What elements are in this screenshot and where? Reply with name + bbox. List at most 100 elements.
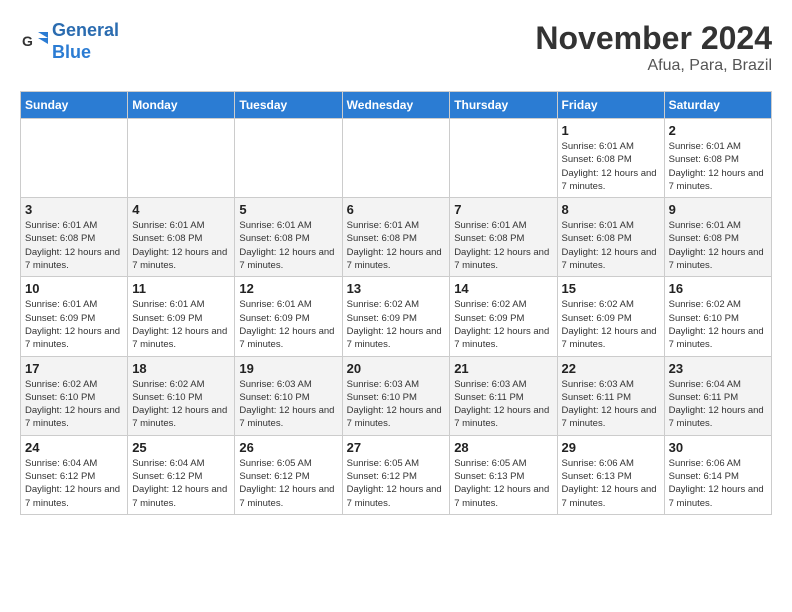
day-number: 6 (347, 202, 446, 217)
calendar-cell: 27 Sunrise: 6:05 AM Sunset: 6:12 PM Dayli… (342, 435, 450, 514)
calendar-cell: 12 Sunrise: 6:01 AM Sunset: 6:09 PM Dayli… (235, 277, 342, 356)
day-info: Sunrise: 6:01 AM Sunset: 6:08 PM Dayligh… (25, 219, 123, 272)
calendar-cell: 26 Sunrise: 6:05 AM Sunset: 6:12 PM Dayli… (235, 435, 342, 514)
title-block: November 2024 Afua, Para, Brazil (535, 20, 772, 75)
day-info: Sunrise: 6:02 AM Sunset: 6:10 PM Dayligh… (669, 298, 767, 351)
calendar-cell (235, 119, 342, 198)
calendar-header-monday: Monday (128, 92, 235, 119)
day-number: 23 (669, 361, 767, 376)
day-number: 10 (25, 281, 123, 296)
day-info: Sunrise: 6:01 AM Sunset: 6:09 PM Dayligh… (239, 298, 337, 351)
day-number: 25 (132, 440, 230, 455)
calendar-cell (21, 119, 128, 198)
day-number: 18 (132, 361, 230, 376)
calendar-body: 1 Sunrise: 6:01 AM Sunset: 6:08 PM Daylig… (21, 119, 772, 515)
calendar-cell: 5 Sunrise: 6:01 AM Sunset: 6:08 PM Daylig… (235, 198, 342, 277)
day-info: Sunrise: 6:01 AM Sunset: 6:09 PM Dayligh… (25, 298, 123, 351)
calendar-cell: 23 Sunrise: 6:04 AM Sunset: 6:11 PM Dayli… (664, 356, 771, 435)
calendar-cell: 4 Sunrise: 6:01 AM Sunset: 6:08 PM Daylig… (128, 198, 235, 277)
calendar-cell: 24 Sunrise: 6:04 AM Sunset: 6:12 PM Dayli… (21, 435, 128, 514)
day-number: 2 (669, 123, 767, 138)
day-number: 19 (239, 361, 337, 376)
day-info: Sunrise: 6:02 AM Sunset: 6:10 PM Dayligh… (132, 378, 230, 431)
calendar-cell: 16 Sunrise: 6:02 AM Sunset: 6:10 PM Dayli… (664, 277, 771, 356)
logo-line1: General (52, 20, 119, 40)
calendar-header-saturday: Saturday (664, 92, 771, 119)
calendar-cell: 14 Sunrise: 6:02 AM Sunset: 6:09 PM Dayli… (450, 277, 557, 356)
day-info: Sunrise: 6:04 AM Sunset: 6:12 PM Dayligh… (25, 457, 123, 510)
calendar-cell: 18 Sunrise: 6:02 AM Sunset: 6:10 PM Dayli… (128, 356, 235, 435)
calendar-cell: 20 Sunrise: 6:03 AM Sunset: 6:10 PM Dayli… (342, 356, 450, 435)
day-info: Sunrise: 6:06 AM Sunset: 6:13 PM Dayligh… (562, 457, 660, 510)
calendar-cell: 9 Sunrise: 6:01 AM Sunset: 6:08 PM Daylig… (664, 198, 771, 277)
day-info: Sunrise: 6:02 AM Sunset: 6:10 PM Dayligh… (25, 378, 123, 431)
calendar-cell: 10 Sunrise: 6:01 AM Sunset: 6:09 PM Dayli… (21, 277, 128, 356)
day-info: Sunrise: 6:01 AM Sunset: 6:08 PM Dayligh… (669, 219, 767, 272)
calendar-week-row: 10 Sunrise: 6:01 AM Sunset: 6:09 PM Dayli… (21, 277, 772, 356)
day-number: 7 (454, 202, 552, 217)
day-number: 22 (562, 361, 660, 376)
day-info: Sunrise: 6:01 AM Sunset: 6:08 PM Dayligh… (132, 219, 230, 272)
day-number: 1 (562, 123, 660, 138)
day-info: Sunrise: 6:05 AM Sunset: 6:13 PM Dayligh… (454, 457, 552, 510)
logo-text: General Blue (52, 20, 119, 63)
calendar-cell (342, 119, 450, 198)
location: Afua, Para, Brazil (535, 57, 772, 75)
day-info: Sunrise: 6:06 AM Sunset: 6:14 PM Dayligh… (669, 457, 767, 510)
calendar-week-row: 1 Sunrise: 6:01 AM Sunset: 6:08 PM Daylig… (21, 119, 772, 198)
calendar-header-row: SundayMondayTuesdayWednesdayThursdayFrid… (21, 92, 772, 119)
calendar-cell (450, 119, 557, 198)
logo-line2: Blue (52, 42, 91, 62)
day-info: Sunrise: 6:01 AM Sunset: 6:08 PM Dayligh… (239, 219, 337, 272)
page-header: G General Blue November 2024 Afua, Para,… (20, 20, 772, 75)
calendar-week-row: 3Sunrise: 6:01 AM Sunset: 6:08 PM Daylig… (21, 198, 772, 277)
calendar-cell: 29Sunrise: 6:06 AM Sunset: 6:13 PM Dayli… (557, 435, 664, 514)
calendar-header-friday: Friday (557, 92, 664, 119)
day-info: Sunrise: 6:03 AM Sunset: 6:10 PM Dayligh… (347, 378, 446, 431)
day-number: 11 (132, 281, 230, 296)
calendar-cell: 3Sunrise: 6:01 AM Sunset: 6:08 PM Daylig… (21, 198, 128, 277)
day-number: 16 (669, 281, 767, 296)
day-number: 21 (454, 361, 552, 376)
day-number: 9 (669, 202, 767, 217)
calendar-cell: 6Sunrise: 6:01 AM Sunset: 6:08 PM Daylig… (342, 198, 450, 277)
day-info: Sunrise: 6:01 AM Sunset: 6:08 PM Dayligh… (454, 219, 552, 272)
day-number: 13 (347, 281, 446, 296)
calendar-header-thursday: Thursday (450, 92, 557, 119)
day-info: Sunrise: 6:03 AM Sunset: 6:11 PM Dayligh… (454, 378, 552, 431)
calendar-cell: 19Sunrise: 6:03 AM Sunset: 6:10 PM Dayli… (235, 356, 342, 435)
calendar-cell (128, 119, 235, 198)
calendar-header-sunday: Sunday (21, 92, 128, 119)
calendar-cell: 1Sunrise: 6:01 AM Sunset: 6:08 PM Daylig… (557, 119, 664, 198)
day-number: 30 (669, 440, 767, 455)
calendar-header-wednesday: Wednesday (342, 92, 450, 119)
day-info: Sunrise: 6:01 AM Sunset: 6:08 PM Dayligh… (669, 140, 767, 193)
day-info: Sunrise: 6:05 AM Sunset: 6:12 PM Dayligh… (239, 457, 337, 510)
calendar-cell: 13Sunrise: 6:02 AM Sunset: 6:09 PM Dayli… (342, 277, 450, 356)
day-info: Sunrise: 6:05 AM Sunset: 6:12 PM Dayligh… (347, 457, 446, 510)
day-info: Sunrise: 6:04 AM Sunset: 6:12 PM Dayligh… (132, 457, 230, 510)
month-title: November 2024 (535, 20, 772, 57)
day-info: Sunrise: 6:03 AM Sunset: 6:11 PM Dayligh… (562, 378, 660, 431)
day-number: 17 (25, 361, 123, 376)
calendar-cell: 2 Sunrise: 6:01 AM Sunset: 6:08 PM Daylig… (664, 119, 771, 198)
day-number: 20 (347, 361, 446, 376)
day-number: 4 (132, 202, 230, 217)
calendar-cell: 7 Sunrise: 6:01 AM Sunset: 6:08 PM Daylig… (450, 198, 557, 277)
day-number: 27 (347, 440, 446, 455)
day-info: Sunrise: 6:01 AM Sunset: 6:09 PM Dayligh… (132, 298, 230, 351)
calendar-cell: 15Sunrise: 6:02 AM Sunset: 6:09 PM Dayli… (557, 277, 664, 356)
logo: G General Blue (20, 20, 119, 63)
day-number: 5 (239, 202, 337, 217)
day-number: 24 (25, 440, 123, 455)
calendar-table: SundayMondayTuesdayWednesdayThursdayFrid… (20, 91, 772, 515)
calendar-cell: 11 Sunrise: 6:01 AM Sunset: 6:09 PM Dayli… (128, 277, 235, 356)
day-number: 15 (562, 281, 660, 296)
day-info: Sunrise: 6:02 AM Sunset: 6:09 PM Dayligh… (454, 298, 552, 351)
day-info: Sunrise: 6:04 AM Sunset: 6:11 PM Dayligh… (669, 378, 767, 431)
day-number: 12 (239, 281, 337, 296)
calendar-cell: 22 Sunrise: 6:03 AM Sunset: 6:11 PM Dayli… (557, 356, 664, 435)
day-number: 14 (454, 281, 552, 296)
day-number: 26 (239, 440, 337, 455)
calendar-cell: 28Sunrise: 6:05 AM Sunset: 6:13 PM Dayli… (450, 435, 557, 514)
